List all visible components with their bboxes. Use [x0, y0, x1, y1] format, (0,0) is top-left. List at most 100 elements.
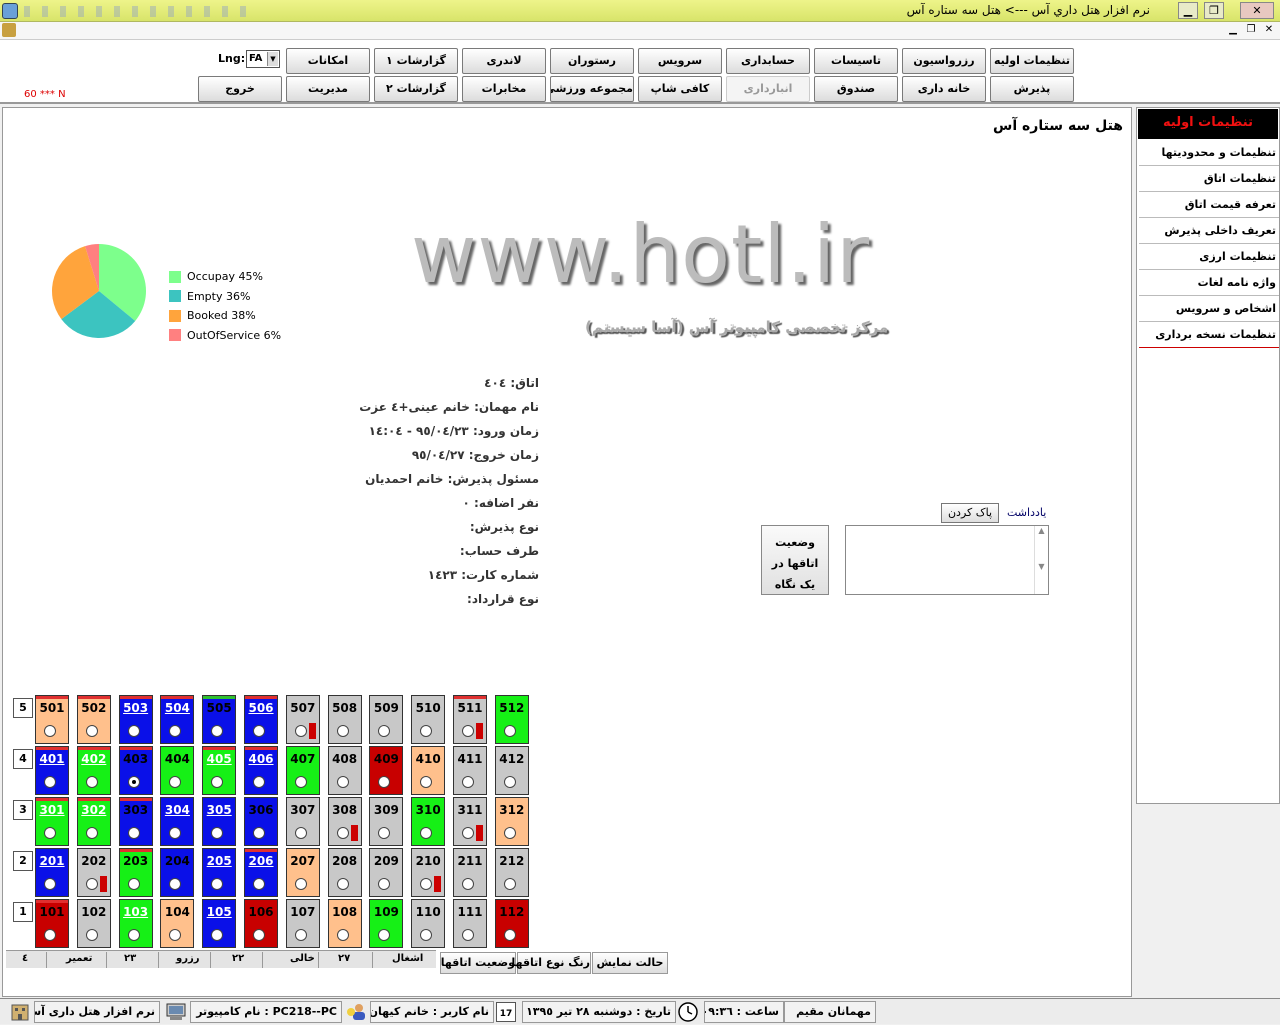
room-select-radio[interactable] [44, 776, 56, 788]
room-select-radio[interactable] [503, 725, 516, 737]
room-306[interactable]: 306 [244, 797, 278, 846]
room-select-radio[interactable] [378, 929, 391, 941]
room-110[interactable]: 110 [411, 899, 446, 948]
toolbar-button-r1-8[interactable]: امکانات [286, 48, 370, 74]
room-304[interactable]: 304 [160, 797, 195, 846]
notes-textarea[interactable]: ▲ ▼ [845, 525, 1049, 595]
toolbar-button-r1-1[interactable]: رزرواسیون [902, 48, 986, 74]
room-305[interactable]: 305 [202, 797, 237, 846]
toolbar-button-r1-6[interactable]: لاندری [462, 48, 546, 74]
notes-scrollbar[interactable]: ▲ ▼ [1034, 526, 1048, 594]
room-508[interactable]: 508 [327, 695, 362, 744]
room-select-radio[interactable] [420, 878, 433, 890]
room-select-radio[interactable] [294, 878, 307, 890]
room-select-radio[interactable] [420, 929, 433, 941]
room-311[interactable]: 311 [453, 797, 487, 846]
room-select-radio[interactable] [127, 776, 140, 788]
room-select-radio[interactable] [336, 776, 349, 788]
toolbar-button-r2-4[interactable]: کافی شاپ [638, 76, 722, 102]
room-select-radio[interactable] [420, 725, 433, 737]
room-select-radio[interactable] [462, 827, 474, 839]
room-104[interactable]: 104 [160, 899, 195, 948]
room-204[interactable]: 204 [160, 848, 195, 897]
room-105[interactable]: 105 [202, 899, 237, 948]
toolbar-button-r1-5[interactable]: رستوران [550, 48, 634, 74]
room-select-radio[interactable] [462, 725, 474, 737]
room-301[interactable]: 301 [35, 797, 69, 846]
toolbar-button-r2-6[interactable]: مخابرات [462, 76, 546, 102]
room-select-radio[interactable] [420, 827, 433, 839]
room-212[interactable]: 212 [494, 848, 529, 897]
room-205[interactable]: 205 [202, 848, 237, 897]
toolbar-button-r1-4[interactable]: سرویس [638, 48, 722, 74]
dropdown-arrow-icon[interactable]: ▼ [267, 52, 278, 66]
room-select-radio[interactable] [169, 878, 182, 890]
sidebar-item-3[interactable]: تعریف داخلی پذیرش [1139, 220, 1279, 244]
room-select-radio[interactable] [378, 725, 391, 737]
room-310[interactable]: 310 [411, 797, 446, 846]
room-select-radio[interactable] [127, 827, 140, 839]
toolbar-button-r1-3[interactable]: حسابداری [726, 48, 810, 74]
room-312[interactable]: 312 [494, 797, 529, 846]
room-108[interactable]: 108 [327, 899, 362, 948]
room-select-radio[interactable] [85, 878, 98, 890]
toolbar-button-r2-9[interactable]: خروج [198, 76, 282, 102]
room-select-radio[interactable] [211, 929, 224, 941]
clear-notes-button[interactable]: پاک کردن [941, 503, 999, 523]
toolbar-button-r2-5[interactable]: مجموعه ورزشی [550, 76, 634, 102]
room-209[interactable]: 209 [369, 848, 404, 897]
toolbar-button-r2-0[interactable]: پذیرش [990, 76, 1074, 102]
room-201[interactable]: 201 [35, 848, 69, 897]
toolbar-button-r1-7[interactable]: گزارشات ۱ [374, 48, 458, 74]
room-select-radio[interactable] [44, 929, 56, 941]
room-select-radio[interactable] [169, 827, 182, 839]
room-select-radio[interactable] [211, 827, 224, 839]
room-206[interactable]: 206 [244, 848, 278, 897]
room-select-radio[interactable] [336, 725, 349, 737]
room-select-radio[interactable] [336, 929, 349, 941]
room-202[interactable]: 202 [76, 848, 111, 897]
room-503[interactable]: 503 [118, 695, 153, 744]
room-status-overview-button[interactable]: وضعیت اتاقها در یک نگاه [761, 525, 829, 595]
room-select-radio[interactable] [378, 878, 391, 890]
room-402[interactable]: 402 [76, 746, 111, 795]
room-select-radio[interactable] [336, 878, 349, 890]
room-502[interactable]: 502 [76, 695, 111, 744]
room-412[interactable]: 412 [494, 746, 529, 795]
room-select-radio[interactable] [253, 776, 265, 788]
room-409[interactable]: 409 [369, 746, 404, 795]
room-select-radio[interactable] [253, 878, 265, 890]
room-511[interactable]: 511 [453, 695, 487, 744]
sidebar-item-0[interactable]: تنظیمات و محدودیتها [1139, 142, 1279, 166]
room-207[interactable]: 207 [285, 848, 320, 897]
room-507[interactable]: 507 [285, 695, 320, 744]
room-208[interactable]: 208 [327, 848, 362, 897]
room-510[interactable]: 510 [411, 695, 446, 744]
room-select-radio[interactable] [169, 929, 182, 941]
room-select-radio[interactable] [503, 827, 516, 839]
room-select-radio[interactable] [420, 776, 433, 788]
room-211[interactable]: 211 [453, 848, 487, 897]
room-select-radio[interactable] [127, 725, 140, 737]
toolbar-button-r2-7[interactable]: گزارشات ۲ [374, 76, 458, 102]
toolbar-button-r1-2[interactable]: تاسیسات [814, 48, 898, 74]
room-select-radio[interactable] [503, 929, 516, 941]
sidebar-item-7[interactable]: تنظیمات نسخه برداری [1139, 324, 1279, 348]
mdi-close-icon[interactable]: ✕ [1262, 23, 1276, 37]
room-select-radio[interactable] [127, 878, 140, 890]
room-select-radio[interactable] [85, 929, 98, 941]
room-select-radio[interactable] [294, 725, 307, 737]
room-109[interactable]: 109 [369, 899, 404, 948]
room-select-radio[interactable] [462, 929, 474, 941]
close-button[interactable]: ✕ [1240, 2, 1274, 19]
room-select-radio[interactable] [503, 776, 516, 788]
room-404[interactable]: 404 [160, 746, 195, 795]
room-select-radio[interactable] [44, 827, 56, 839]
sidebar-item-5[interactable]: واژه نامه لغات [1139, 272, 1279, 296]
restore-button[interactable]: ❐ [1204, 2, 1224, 19]
room-210[interactable]: 210 [411, 848, 446, 897]
room-410[interactable]: 410 [411, 746, 446, 795]
room-309[interactable]: 309 [369, 797, 404, 846]
room-302[interactable]: 302 [76, 797, 111, 846]
room-type-color-button[interactable]: رنگ نوع اتاقها [511, 952, 591, 974]
